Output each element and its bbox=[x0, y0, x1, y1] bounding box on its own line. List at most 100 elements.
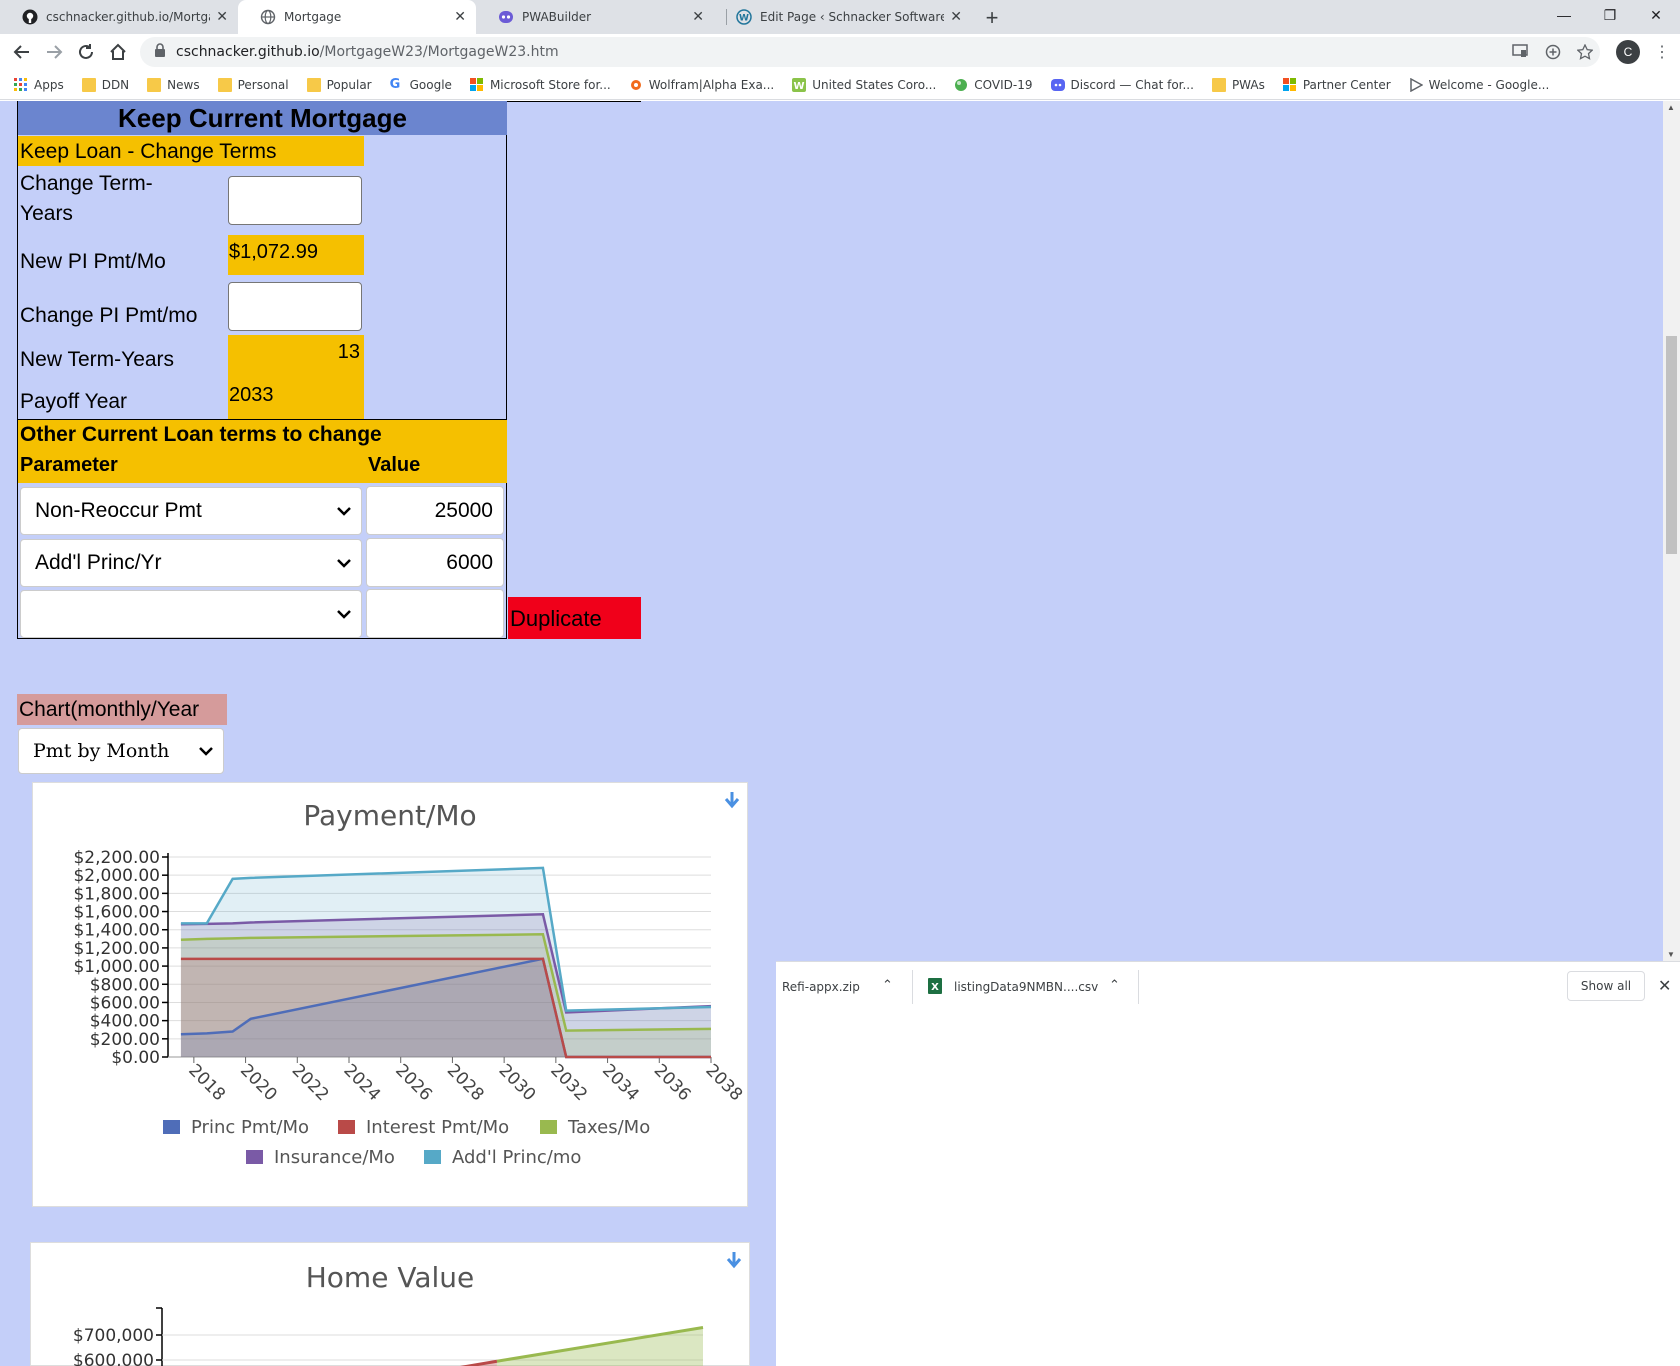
minimize-button[interactable]: — bbox=[1541, 0, 1587, 30]
menu-icon[interactable]: ⋮ bbox=[1654, 42, 1670, 62]
legend-label: Princ Pmt/Mo bbox=[191, 1117, 309, 1138]
x-tick-label: 2020 bbox=[236, 1060, 281, 1105]
close-tab-icon[interactable]: ✕ bbox=[950, 9, 962, 25]
parameter-value-input[interactable]: 6000 bbox=[366, 538, 504, 587]
folder-icon bbox=[81, 77, 96, 92]
profile-avatar[interactable]: C bbox=[1616, 40, 1640, 64]
bookmark-microsoft-store[interactable]: Microsoft Store for... bbox=[469, 77, 611, 92]
y-tick-label: $1,000.00 bbox=[73, 957, 160, 977]
restore-button[interactable]: ❐ bbox=[1587, 0, 1633, 30]
parameter-value-input[interactable] bbox=[366, 589, 504, 638]
bookmark-personal[interactable]: Personal bbox=[217, 77, 289, 92]
other-terms-header: Other Current Loan terms to change Param… bbox=[18, 419, 507, 483]
scroll-down-icon[interactable]: ▼ bbox=[1667, 950, 1675, 959]
close-tab-icon[interactable]: ✕ bbox=[692, 9, 704, 25]
legend-swatch bbox=[246, 1150, 263, 1164]
show-all-downloads-button[interactable]: Show all bbox=[1567, 971, 1645, 1001]
parameter-select[interactable] bbox=[20, 590, 362, 638]
close-shelf-icon[interactable]: ✕ bbox=[1658, 976, 1671, 995]
bookmark-ddn[interactable]: DDN bbox=[81, 77, 129, 92]
change-pi-input[interactable] bbox=[228, 282, 362, 331]
parameter-select[interactable]: Non-Reoccur Pmt bbox=[20, 487, 362, 535]
close-tab-icon[interactable]: ✕ bbox=[454, 9, 466, 25]
star-icon[interactable] bbox=[1576, 43, 1594, 65]
chart-type-label: Chart(monthly/Year bbox=[17, 694, 227, 725]
payment-chart-card: Payment/Mo $0.00 $200.00 $400.00 $600.00 $80… bbox=[32, 782, 748, 1207]
bookmark-discord[interactable]: Discord — Chat for... bbox=[1050, 78, 1194, 92]
tab-wordpress[interactable]: W Edit Page ‹ Schnacker Software S ✕ bbox=[714, 0, 972, 34]
url-host: cschnacker.github.io bbox=[176, 44, 320, 60]
chevron-up-icon[interactable]: ⌃ bbox=[882, 978, 893, 993]
tab-pwabuilder[interactable]: PWABuilder ✕ bbox=[476, 0, 714, 34]
bookmark-label: Partner Center bbox=[1302, 77, 1391, 92]
tab-mortgage[interactable]: Mortgage ✕ bbox=[238, 0, 476, 34]
page-scrollbar[interactable]: ▲ ▼ bbox=[1663, 101, 1680, 961]
address-bar[interactable]: cschnacker.github.io/MortgageW23/Mortgag… bbox=[140, 37, 1600, 67]
value-header: Value bbox=[368, 454, 421, 476]
bookmark-pwas[interactable]: PWAs bbox=[1211, 77, 1265, 92]
svg-text:W: W bbox=[739, 14, 749, 24]
y-tick-label: $600.00 bbox=[90, 993, 160, 1013]
cast-icon[interactable] bbox=[1512, 44, 1528, 63]
duplicate-button[interactable]: Duplicate bbox=[508, 597, 641, 639]
y-tick-label: $800.00 bbox=[90, 975, 160, 995]
bookmark-label: United States Coro... bbox=[812, 77, 937, 92]
y-tick-label: $1,600.00 bbox=[73, 903, 160, 923]
x-tick-label: 2026 bbox=[391, 1060, 436, 1105]
home-button[interactable] bbox=[104, 38, 132, 66]
legend-swatch bbox=[338, 1120, 355, 1134]
microsoft-icon bbox=[1282, 77, 1297, 92]
close-window-button[interactable]: ✕ bbox=[1633, 0, 1679, 30]
bookmark-news[interactable]: News bbox=[147, 77, 200, 92]
bookmark-covid[interactable]: COVID-19 bbox=[954, 78, 1033, 92]
bookmarks-bar: Apps DDN News Personal Popular G Google M… bbox=[0, 70, 1680, 100]
forward-button[interactable] bbox=[40, 38, 68, 66]
back-arrow-icon bbox=[13, 45, 29, 59]
new-term-value: 13 bbox=[337, 341, 360, 363]
chevron-down-icon bbox=[337, 610, 351, 619]
chart-type-select[interactable]: Pmt by Month bbox=[18, 728, 224, 774]
bookmark-google[interactable]: G Google bbox=[390, 77, 452, 92]
scrollbar-thumb[interactable] bbox=[1666, 336, 1677, 554]
y-tick-label: $1,800.00 bbox=[73, 884, 160, 904]
bookmark-apps[interactable]: Apps bbox=[14, 77, 64, 92]
home-icon bbox=[110, 43, 126, 60]
back-button[interactable] bbox=[8, 38, 36, 66]
results-box: 13 2033 bbox=[228, 335, 364, 419]
parameter-select[interactable]: Add'l Princ/Yr bbox=[20, 539, 362, 587]
bookmark-us-coronavirus[interactable]: W United States Coro... bbox=[792, 77, 937, 92]
new-pi-label: New PI Pmt/Mo bbox=[20, 250, 166, 273]
panel-title: Keep Current Mortgage bbox=[18, 101, 507, 135]
globe-icon bbox=[260, 9, 276, 25]
play-console-icon bbox=[1409, 77, 1424, 92]
change-term-input[interactable] bbox=[228, 176, 362, 225]
chevron-down-icon bbox=[337, 559, 351, 568]
change-term-label-line1: Change Term- bbox=[20, 172, 153, 195]
chevron-up-icon[interactable]: ⌃ bbox=[1109, 978, 1120, 993]
legend-label: Insurance/Mo bbox=[274, 1147, 395, 1168]
bookmark-popular[interactable]: Popular bbox=[306, 77, 372, 92]
add-icon[interactable] bbox=[1545, 44, 1561, 65]
scroll-up-icon[interactable]: ▲ bbox=[1667, 103, 1675, 112]
home-value-chart: $600,000 $700,000 bbox=[73, 1307, 704, 1366]
discord-icon bbox=[1050, 78, 1065, 92]
new-term-label: New Term-Years bbox=[20, 348, 175, 371]
wolfram-icon bbox=[629, 78, 643, 92]
y-tick-label: $400.00 bbox=[90, 1012, 160, 1032]
bookmark-welcome-google[interactable]: Welcome - Google... bbox=[1409, 77, 1550, 92]
reload-button[interactable] bbox=[72, 38, 100, 66]
new-tab-button[interactable]: + bbox=[978, 4, 1006, 32]
tab-title: Edit Page ‹ Schnacker Software S bbox=[760, 10, 945, 24]
keep-mortgage-panel: Keep Current Mortgage Keep Loan - Change… bbox=[17, 101, 507, 639]
tab-github[interactable]: cschnacker.github.io/MortgageW ✕ bbox=[0, 0, 238, 34]
bookmark-label: Microsoft Store for... bbox=[489, 77, 611, 92]
close-tab-icon[interactable]: ✕ bbox=[216, 9, 228, 25]
download-item-zip[interactable]: Refi-appx.zip bbox=[782, 962, 860, 1012]
pwabuilder-icon bbox=[498, 9, 514, 25]
bookmark-wolfram[interactable]: Wolfram|Alpha Exa... bbox=[629, 78, 774, 92]
bookmark-partner-center[interactable]: Partner Center bbox=[1282, 77, 1391, 92]
parameter-value-input[interactable]: 25000 bbox=[366, 486, 504, 535]
svg-text:W: W bbox=[794, 81, 805, 92]
download-item-csv[interactable]: X listingData9NMBN....csv bbox=[928, 962, 1098, 1012]
bookmark-label: Welcome - Google... bbox=[1428, 77, 1550, 92]
